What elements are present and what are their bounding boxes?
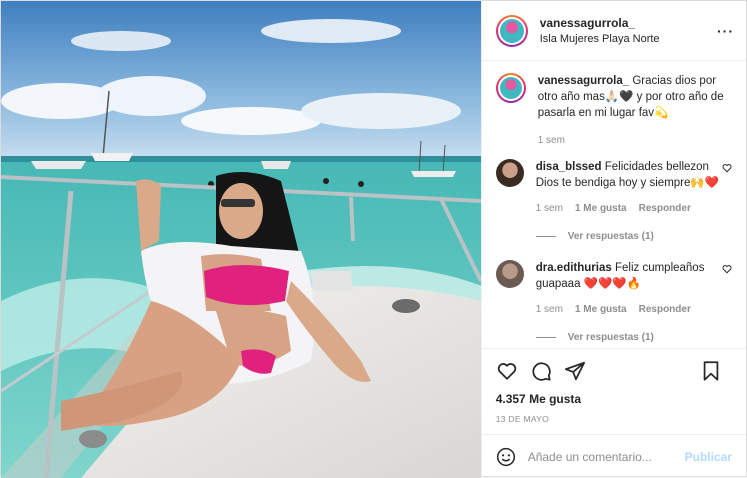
comment-time[interactable]: 1 sem bbox=[536, 201, 563, 217]
view-replies-button[interactable]: Ver respuestas (1) bbox=[535, 332, 732, 343]
comment-likes[interactable]: 1 Me gusta bbox=[575, 201, 627, 217]
comment-item: dra.edithurias Feliz cumpleaños guapaaa … bbox=[495, 260, 732, 318]
bookmark-icon[interactable] bbox=[700, 360, 722, 382]
post-location[interactable]: Isla Mujeres Playa Norte bbox=[540, 31, 660, 47]
post-date[interactable]: 13 DE MAYO bbox=[482, 410, 746, 434]
likes-count[interactable]: 4.357 Me gusta bbox=[482, 392, 746, 410]
post-side-panel: vanessagurrola_ Isla Mujeres Playa Norte… bbox=[480, 1, 746, 478]
comment-like-heart-icon[interactable] bbox=[722, 264, 732, 274]
comment-username[interactable]: disa_blssed bbox=[536, 161, 602, 173]
comment-item: disa_blssed Felicidades bellezon Dios te… bbox=[495, 159, 732, 217]
publish-button[interactable]: Publicar bbox=[685, 450, 732, 464]
paper-plane-icon[interactable] bbox=[564, 360, 586, 382]
view-replies-button[interactable]: Ver respuestas (1) bbox=[535, 231, 732, 242]
replies-divider bbox=[535, 236, 556, 237]
replies-divider bbox=[535, 337, 556, 338]
more-dots-icon[interactable]: ··· bbox=[717, 23, 734, 39]
comment-likes[interactable]: 1 Me gusta bbox=[575, 302, 627, 318]
post-photo[interactable] bbox=[1, 1, 481, 478]
comment-bubble-icon[interactable] bbox=[530, 360, 552, 382]
post-header: vanessagurrola_ Isla Mujeres Playa Norte… bbox=[481, 1, 746, 61]
comments-list: vanessagurrola_ Gracias dios por otro añ… bbox=[482, 61, 746, 348]
caption-time[interactable]: 1 sem bbox=[538, 133, 565, 149]
author-avatar[interactable] bbox=[495, 14, 528, 47]
view-replies-label: Ver respuestas (1) bbox=[567, 332, 654, 343]
heart-outline-icon[interactable] bbox=[496, 360, 518, 382]
reply-button[interactable]: Responder bbox=[639, 201, 691, 217]
instagram-post: vanessagurrola_ Isla Mujeres Playa Norte… bbox=[0, 0, 747, 478]
comment-time[interactable]: 1 sem bbox=[536, 302, 563, 318]
reply-button[interactable]: Responder bbox=[639, 302, 691, 318]
caption-username[interactable]: vanessagurrola_ bbox=[538, 75, 629, 87]
post-actions-bar bbox=[481, 348, 746, 392]
author-username[interactable]: vanessagurrola_ bbox=[540, 15, 660, 31]
commenter-avatar[interactable] bbox=[495, 159, 524, 187]
caption-avatar[interactable] bbox=[495, 73, 526, 103]
view-replies-label: Ver respuestas (1) bbox=[567, 231, 654, 242]
smiley-icon[interactable] bbox=[496, 447, 516, 467]
comment-input[interactable]: Añade un comentario... bbox=[528, 450, 685, 464]
comment-username[interactable]: dra.edithurias bbox=[536, 262, 612, 274]
comment-like-heart-icon[interactable] bbox=[722, 163, 732, 173]
commenter-avatar[interactable] bbox=[495, 260, 524, 288]
photo-beach-boat-scene bbox=[1, 1, 481, 478]
caption: vanessagurrola_ Gracias dios por otro añ… bbox=[495, 73, 732, 149]
comment-composer: Añade un comentario... Publicar bbox=[481, 434, 746, 478]
